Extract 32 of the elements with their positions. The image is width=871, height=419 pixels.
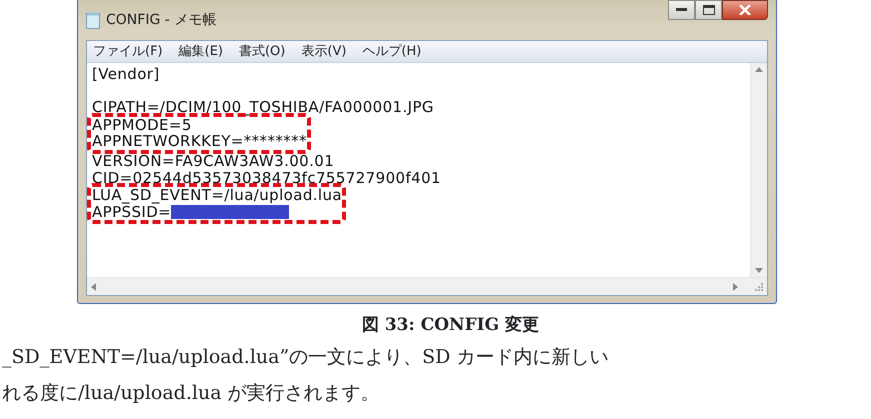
text-area[interactable]: [Vendor] CIPATH=/DCIM/100_TOSHIBA/FA000001.JPG APPMODE=5 APPNETWORKKEY=******** VERSION=FA9CAW3AW3.00.01 CID=02544d53573038473fc755727900f401 LUA_SD_EVENT=/lua/upload.lua APPSSID= (87, 63, 750, 277)
scroll-down-icon[interactable] (755, 268, 763, 273)
horizontal-scrollbar[interactable] (87, 277, 767, 295)
minimize-button[interactable] (668, 0, 695, 20)
close-icon (739, 5, 751, 15)
maximize-button[interactable] (695, 0, 722, 20)
text-line: APPMODE=5 (92, 116, 192, 133)
menu-item[interactable]: ファイル(F) (93, 42, 163, 62)
paragraph-line: _SD_EVENT=/lua/upload.lua”の一文により、SD カード内に新しい (1, 344, 610, 370)
text-line: VERSION=FA9CAW3AW3.00.01 (92, 153, 334, 170)
paragraph-line: れる度に/lua/upload.lua が実行されます。 (1, 380, 381, 406)
scroll-right-icon[interactable] (733, 282, 738, 290)
text-line: APPNETWORKKEY=******** (92, 133, 307, 150)
close-button[interactable] (722, 0, 768, 20)
text-line: LUA_SD_EVENT=/lua/upload.lua (92, 187, 342, 204)
notepad-icon (86, 12, 100, 28)
text-line: APPSSID= (92, 204, 172, 220)
menu-item[interactable]: ヘルプ(H) (362, 42, 422, 62)
text-line: CID=02544d53573038473fc755727900f401 (92, 170, 441, 186)
minimize-icon (676, 8, 687, 12)
size-grip-icon[interactable] (754, 282, 763, 291)
text-line: [Vendor] (92, 66, 160, 82)
figure-caption: 図 33: CONFIG 変更 (360, 314, 540, 337)
scroll-up-icon[interactable] (755, 67, 763, 72)
menu-item[interactable]: 表示(V) (301, 42, 346, 62)
vertical-scrollbar[interactable] (750, 63, 767, 277)
menu-item[interactable]: 編集(E) (178, 42, 223, 62)
text-line: CIPATH=/DCIM/100_TOSHIBA/FA000001.JPG (92, 99, 434, 116)
menu-item[interactable]: 書式(O) (238, 42, 286, 62)
scroll-left-icon[interactable] (91, 282, 96, 290)
window-title: CONFIG - メモ帳 (106, 10, 216, 30)
maximize-icon (702, 5, 714, 15)
